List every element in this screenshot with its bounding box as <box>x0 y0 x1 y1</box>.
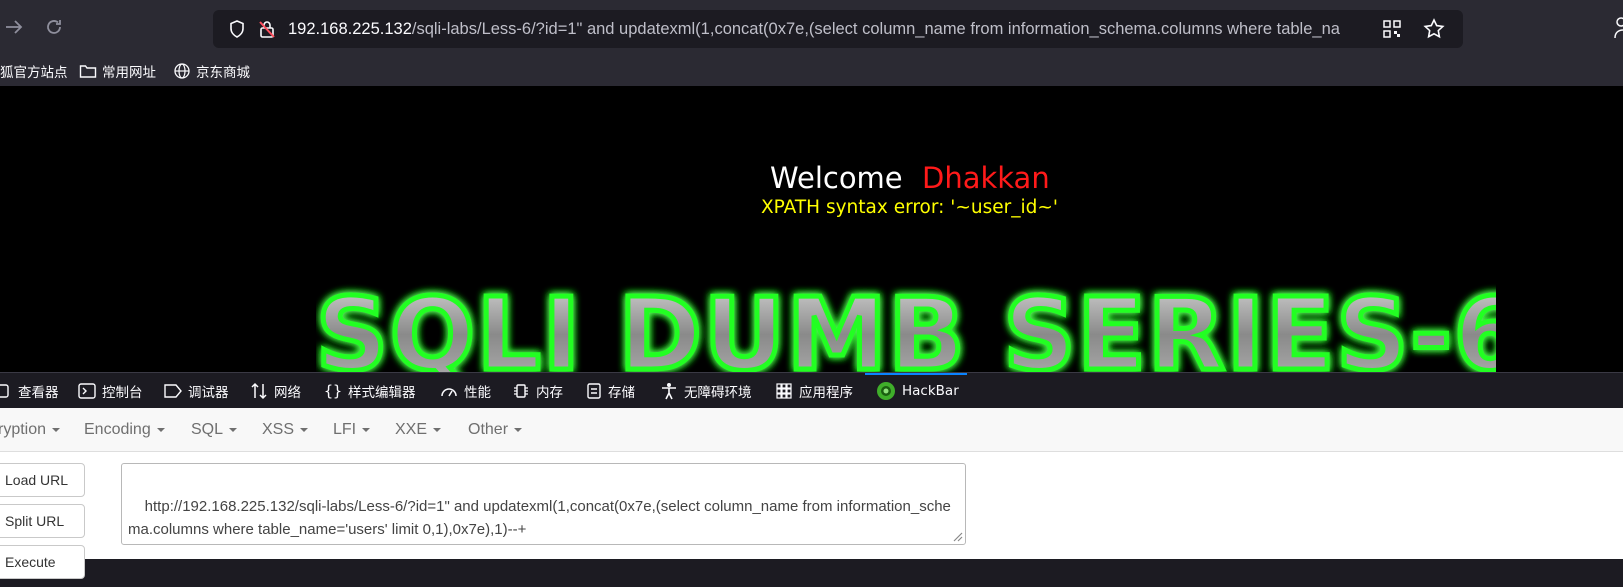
menu-encoding[interactable]: Encoding <box>84 421 165 439</box>
tab-network[interactable]: 网络 <box>250 381 301 401</box>
network-icon <box>251 382 267 400</box>
tab-inspector[interactable]: 查看器 <box>0 381 59 401</box>
split-url-button[interactable]: Split URL <box>0 504 85 538</box>
style-editor-icon: {} <box>324 382 342 400</box>
tab-label: 控制台 <box>102 385 143 401</box>
tab-label: 样式编辑器 <box>348 385 416 401</box>
tab-application[interactable]: 应用程序 <box>775 381 853 401</box>
url-textarea[interactable]: http://192.168.225.132/sqli-labs/Less-6/… <box>121 463 966 545</box>
reload-button[interactable] <box>42 16 66 40</box>
button-label: Execute <box>5 554 56 570</box>
performance-icon <box>441 388 457 397</box>
folder-icon <box>79 65 97 78</box>
bookmark-common-sites[interactable]: 常用网址 <box>79 61 156 81</box>
resize-grip-icon[interactable] <box>951 530 963 542</box>
load-url-button[interactable]: Load URL <box>0 463 85 497</box>
inspector-icon <box>0 384 9 398</box>
menu-sql[interactable]: SQL <box>191 421 238 439</box>
menu-xxe[interactable]: XXE <box>395 421 442 439</box>
xpath-error-message: XPATH syntax error: '~user_id~' <box>761 197 1058 218</box>
caret-down-icon <box>433 427 442 432</box>
menu-label: Encoding <box>84 421 151 438</box>
tab-label: 调试器 <box>188 385 229 401</box>
url-path: /sqli-labs/Less-6/?id=1" and updatexml(1… <box>411 20 1340 38</box>
banner-text: SQLI DUMB SERIES-6 <box>316 281 1496 372</box>
svg-text:{}: {} <box>324 382 342 400</box>
menu-encryption[interactable]: ryption <box>0 421 61 439</box>
bookmark-official-site[interactable]: 狐官方站点 <box>0 61 68 81</box>
tab-label: 内存 <box>536 385 563 401</box>
welcome-text: Welcome <box>770 161 903 195</box>
address-bar[interactable]: 192.168.225.132/sqli-labs/Less-6/?id=1" … <box>213 10 1463 48</box>
tab-label: 性能 <box>464 385 491 401</box>
tab-style-editor[interactable]: {} 样式编辑器 <box>324 381 416 401</box>
button-label: Split URL <box>5 513 65 529</box>
storage-icon <box>587 383 601 399</box>
sqli-banner: SQLI DUMB SERIES-6 <box>316 281 1496 372</box>
url-host: 192.168.225.132 <box>288 20 412 38</box>
bookmark-jd[interactable]: 京东商城 <box>173 61 250 81</box>
menu-label: Other <box>468 421 509 438</box>
menu-xss[interactable]: XSS <box>262 421 309 439</box>
tab-label: 网络 <box>274 385 301 401</box>
debugger-icon <box>164 384 182 398</box>
execute-button[interactable]: Execute <box>0 545 85 579</box>
url-text[interactable]: 192.168.225.132/sqli-labs/Less-6/?id=1" … <box>288 19 1393 39</box>
menu-lfi[interactable]: LFI <box>333 421 371 439</box>
accessibility-icon <box>662 383 676 400</box>
memory-icon <box>514 384 528 398</box>
tab-label: 存储 <box>608 385 635 401</box>
devtools-tabbar: 查看器 控制台 调试器 网络 {} 样式编辑器 性能 内存 存储 无障碍环境 应… <box>0 372 1623 408</box>
tab-hackbar[interactable]: HackBar <box>876 381 959 401</box>
menu-label: LFI <box>333 421 357 438</box>
tab-storage[interactable]: 存储 <box>586 381 635 401</box>
menu-label: XSS <box>262 421 295 438</box>
application-icon <box>776 383 792 399</box>
caret-down-icon <box>156 427 165 432</box>
menu-label: SQL <box>191 421 224 438</box>
extension-icon[interactable] <box>1611 14 1623 40</box>
hackbar-icon <box>877 382 895 400</box>
tab-label: 应用程序 <box>799 385 853 401</box>
qr-code-icon[interactable] <box>1383 20 1401 38</box>
menu-label: XXE <box>395 421 428 438</box>
tab-performance[interactable]: 性能 <box>440 381 491 401</box>
welcome-name: Dhakkan <box>922 161 1050 195</box>
reload-icon <box>47 20 61 34</box>
caret-down-icon <box>514 427 523 432</box>
console-icon <box>78 383 96 399</box>
bookmark-label: 京东商城 <box>196 65 250 81</box>
menu-label: ryption <box>0 421 47 438</box>
hackbar-panel: Load URL Split URL Execute http://192.16… <box>0 452 1623 579</box>
active-tab-indicator <box>865 373 967 375</box>
tab-debugger[interactable]: 调试器 <box>164 381 229 401</box>
browser-toolbar: 192.168.225.132/sqli-labs/Less-6/?id=1" … <box>0 0 1623 56</box>
shield-icon[interactable] <box>227 19 247 39</box>
button-label: Load URL <box>5 472 69 488</box>
tab-label: 查看器 <box>18 385 59 401</box>
url-textarea-value: http://192.168.225.132/sqli-labs/Less-6/… <box>128 498 951 538</box>
tab-label: 无障碍环境 <box>684 385 752 401</box>
forward-button[interactable] <box>2 16 26 40</box>
bookmarks-bar: 狐官方站点 常用网址 京东商城 <box>0 56 1623 86</box>
bookmark-star-icon[interactable] <box>1423 18 1445 40</box>
caret-down-icon <box>52 427 61 432</box>
caret-down-icon <box>229 427 238 432</box>
globe-icon <box>174 63 190 79</box>
caret-down-icon <box>362 427 371 432</box>
bookmark-label: 常用网址 <box>102 65 156 81</box>
insecure-lock-icon[interactable] <box>257 19 277 39</box>
hackbar-menu: ryption Encoding SQL XSS LFI XXE Other <box>0 408 1623 452</box>
arrow-right-icon <box>6 20 23 34</box>
tab-label: HackBar <box>902 383 959 399</box>
menu-other[interactable]: Other <box>468 421 523 439</box>
caret-down-icon <box>300 427 309 432</box>
tab-console[interactable]: 控制台 <box>78 381 143 401</box>
web-page: Welcome Dhakkan XPATH syntax error: '~us… <box>0 86 1623 372</box>
bookmark-label: 狐官方站点 <box>0 65 68 81</box>
tab-memory[interactable]: 内存 <box>512 381 563 401</box>
tab-accessibility[interactable]: 无障碍环境 <box>660 381 752 401</box>
